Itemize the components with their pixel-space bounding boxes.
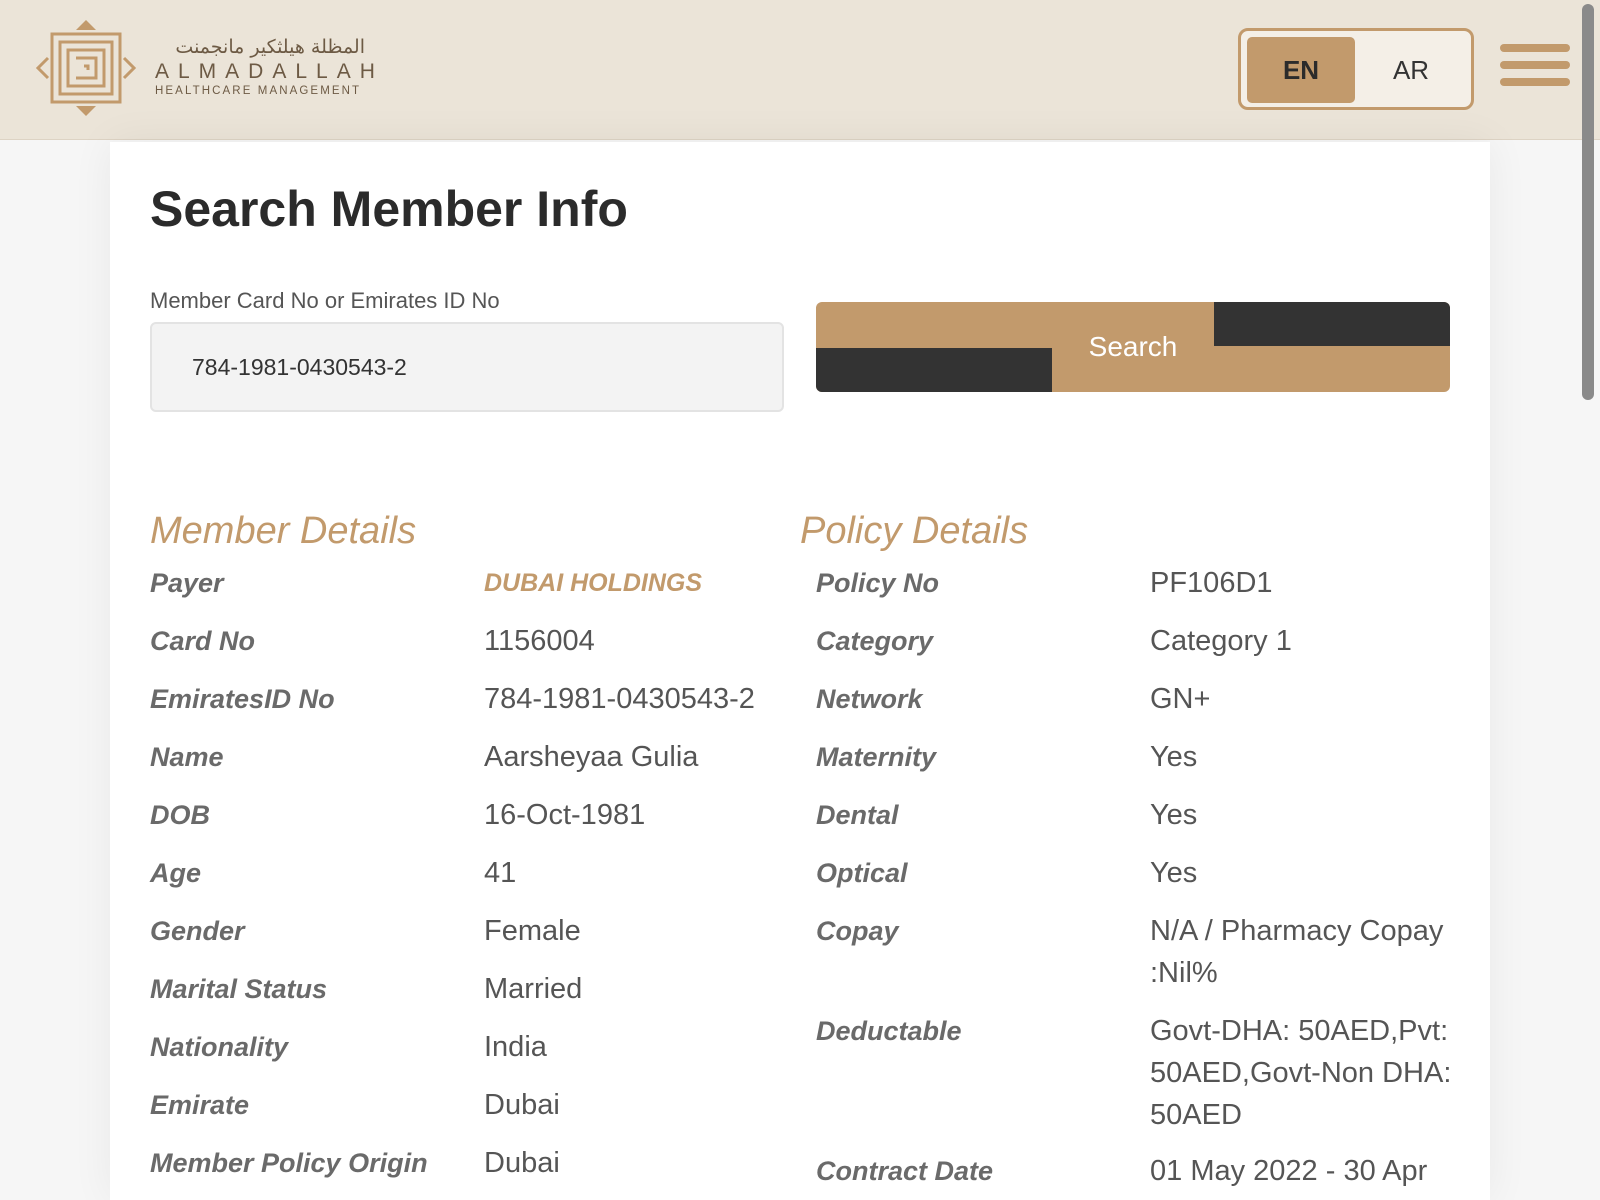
page-title: Search Member Info bbox=[150, 181, 628, 237]
member-row-value: Dubai bbox=[484, 1089, 560, 1121]
member-row-label: DOB bbox=[150, 800, 210, 830]
member-row-label: Marital Status bbox=[150, 974, 328, 1004]
policy-row-value: Yes bbox=[1150, 741, 1198, 773]
language-ar-button[interactable]: AR bbox=[1357, 37, 1465, 103]
policy-row-label: Dental bbox=[816, 800, 899, 830]
member-row-label: Card No bbox=[150, 626, 256, 656]
member-row-value: 784-1981-0430543-2 bbox=[484, 683, 755, 715]
policy-row-value: Yes bbox=[1150, 799, 1198, 831]
member-row-label: Name bbox=[150, 742, 224, 772]
member-row-label: Age bbox=[150, 858, 202, 888]
member-row-value: India bbox=[484, 1031, 547, 1063]
policy-row-label: Network bbox=[816, 684, 923, 714]
policy-row-value: Yes bbox=[1150, 857, 1198, 889]
policy-row-label: Policy No bbox=[816, 568, 940, 598]
policy-row-value: 01 May 2022 - 30 Apr 2023 bbox=[1150, 1155, 1428, 1200]
logo-tagline: HEALTHCARE MANAGEMENT bbox=[155, 85, 362, 97]
policy-row-label: Optical bbox=[816, 858, 908, 888]
language-en-button[interactable]: EN bbox=[1247, 37, 1355, 103]
payer-value: DUBAI HOLDINGS bbox=[484, 569, 703, 597]
policy-row-label: Copay bbox=[816, 916, 899, 946]
search-button[interactable]: Search bbox=[816, 302, 1450, 392]
member-row-label: Member Policy Origin bbox=[150, 1148, 428, 1178]
policy-row-label: Deductable bbox=[816, 1016, 962, 1046]
member-row-value: Aarsheyaa Gulia bbox=[484, 741, 699, 773]
policy-row-label: Contract Date bbox=[816, 1156, 994, 1186]
search-field-label: Member Card No or Emirates ID No bbox=[150, 288, 500, 313]
search-button-label: Search bbox=[1088, 331, 1178, 362]
member-row-value: Dubai bbox=[484, 1147, 560, 1179]
policy-details-title: Policy Details bbox=[800, 510, 1029, 552]
member-row-label: EmiratesID No bbox=[150, 684, 335, 714]
site-header: المظلة هيلثكير مانجمنت ALMADALLAH HEALTH… bbox=[0, 0, 1600, 140]
member-row-value: Female bbox=[484, 915, 581, 947]
member-details-title: Member Details bbox=[150, 510, 417, 552]
main-card: Search Member Info Member Card No or Emi… bbox=[110, 142, 1490, 1200]
member-search-input[interactable] bbox=[150, 322, 784, 412]
member-row-value: 1156004 bbox=[484, 625, 595, 657]
policy-row-value: PF106D1 bbox=[1150, 567, 1273, 599]
language-toggle: EN AR bbox=[1238, 28, 1474, 110]
logo-arabic-name: المظلة هيلثكير مانجمنت bbox=[175, 36, 365, 58]
logo-text: المظلة هيلثكير مانجمنت ALMADALLAH HEALTH… bbox=[155, 36, 384, 98]
policy-row-value: Category 1 bbox=[1150, 625, 1292, 657]
policy-row-value: GN+ bbox=[1150, 683, 1211, 715]
almadallah-logo-icon[interactable] bbox=[34, 18, 138, 118]
member-row-label: Payer bbox=[150, 568, 224, 598]
member-row-label: Nationality bbox=[150, 1032, 289, 1062]
member-row-label: Emirate bbox=[150, 1090, 250, 1120]
logo-english-name: ALMADALLAH bbox=[155, 60, 384, 83]
policy-row-label: Maternity bbox=[816, 742, 937, 772]
member-row-label: Gender bbox=[150, 916, 245, 946]
policy-row-value: N/A / Pharmacy Copay :Nil% bbox=[1150, 915, 1444, 989]
policy-row-value: Govt-DHA: 50AED,Pvt: 50AED,Govt-Non DHA:… bbox=[1150, 1015, 1452, 1131]
policy-row-label: Category bbox=[816, 626, 934, 656]
member-row-value: 16-Oct-1981 bbox=[484, 799, 646, 831]
member-row-value: Married bbox=[484, 973, 583, 1005]
hamburger-icon[interactable] bbox=[1500, 44, 1570, 88]
member-row-value: 41 bbox=[484, 857, 517, 889]
scrollbar-thumb[interactable] bbox=[1582, 4, 1594, 400]
